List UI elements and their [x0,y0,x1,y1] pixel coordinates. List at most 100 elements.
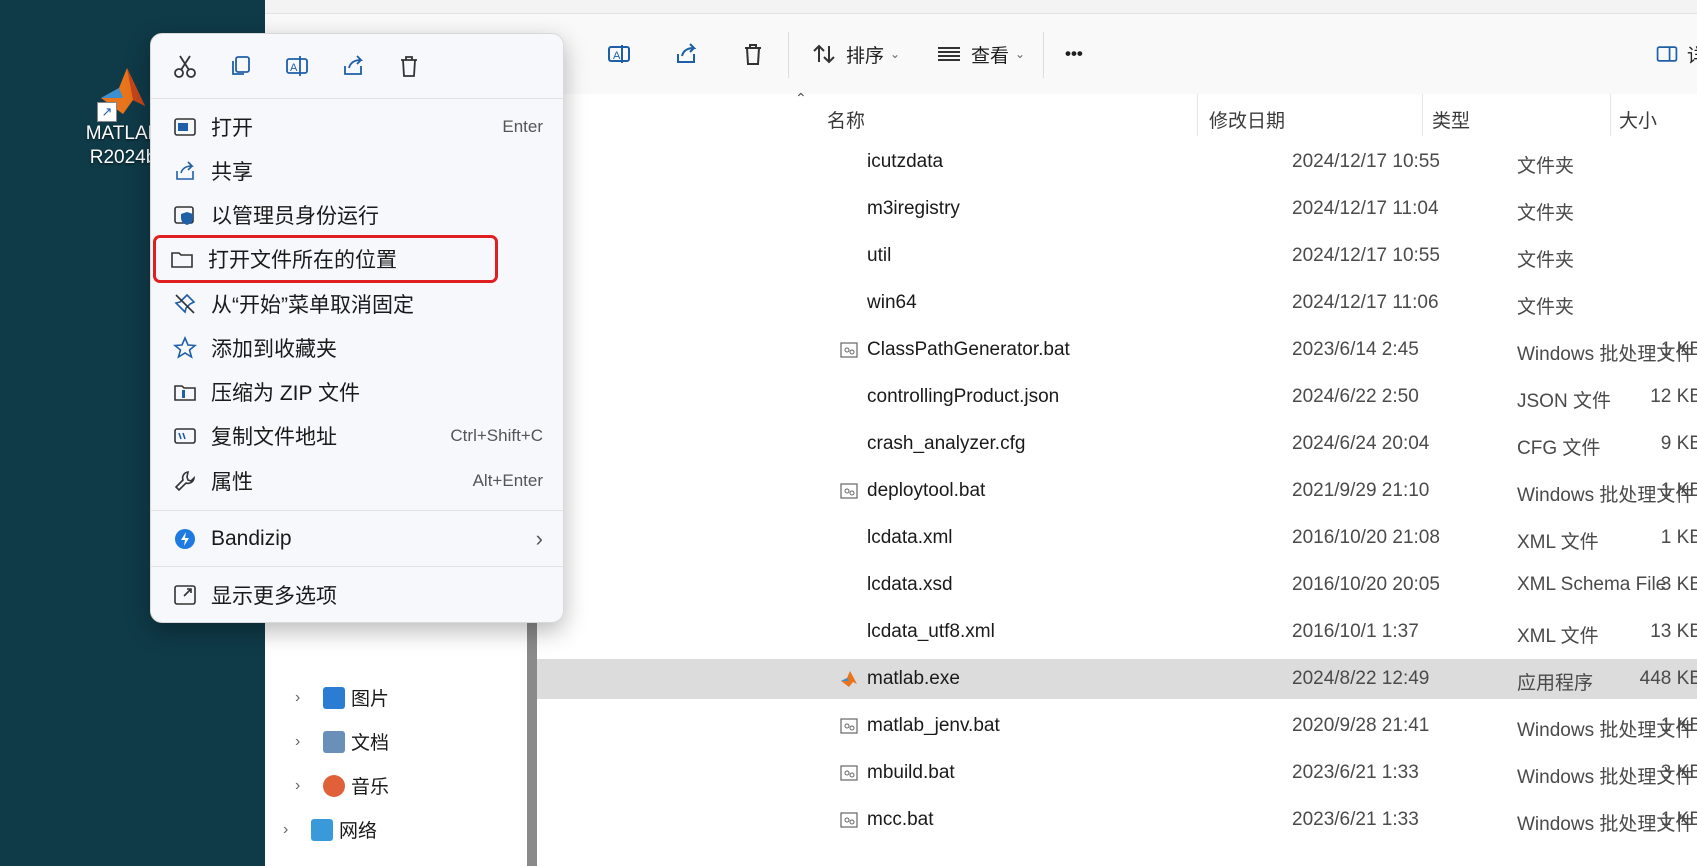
view-button[interactable]: 查看 ⌄ [935,36,1025,72]
nav-item-documents[interactable]: › 文档 [295,728,389,755]
table-row[interactable]: lcdata_utf8.xml 2016/10/1 1:37 XML 文件 13 KB [537,612,1697,652]
table-row[interactable]: matlab.exe 2024/8/22 12:49 应用程序 448 KB [537,659,1697,699]
table-row[interactable]: icutzdata 2024/12/17 10:55 文件夹 [537,142,1697,182]
file-date: 2024/12/17 11:04 [1292,198,1439,219]
svg-text:A: A [613,50,621,62]
file-date: 2016/10/20 21:08 [1292,527,1440,548]
column-divider[interactable] [1610,94,1611,136]
table-row[interactable]: win64 2024/12/17 11:06 文件夹 [537,283,1697,323]
menu-item-open-file-location[interactable]: 打开文件所在的位置 [153,235,498,283]
file-size: 1 KB [1660,809,1697,830]
file-name: util [867,245,892,266]
table-row[interactable]: mcc.bat 2023/6/21 1:33 Windows 批处理文件 1 KB [537,800,1697,840]
file-size: 1 KB [1660,480,1697,501]
table-row[interactable]: m3iregistry 2024/12/17 11:04 文件夹 [537,189,1697,229]
delete-button[interactable] [739,36,767,72]
rename-icon[interactable]: A [283,52,311,80]
table-row[interactable]: deploytool.bat 2021/9/29 21:10 Windows 批处理… [537,471,1697,511]
menu-item-open[interactable]: 打开 Enter [159,106,555,148]
matlab-logo-icon [841,671,857,687]
file-date: 2016/10/20 20:05 [1292,574,1440,595]
file-type: 文件夹 [1517,156,1575,177]
table-row[interactable]: mbuild.bat 2023/6/21 1:33 Windows 批处理文件 3 K… [537,753,1697,793]
cut-icon[interactable] [171,52,199,80]
table-row[interactable]: ClassPathGenerator.bat 2023/6/14 2:45 Wind… [537,330,1697,370]
nav-label: 网络 [339,821,378,842]
network-icon [311,818,333,841]
file-size: 1 KB [1660,527,1697,548]
zip-icon [174,385,196,401]
file-name: lcdata_utf8.xml [867,621,995,642]
sort-button[interactable]: 排序 ⌄ [810,36,900,72]
share-icon[interactable] [339,52,367,80]
expand-chevron-icon[interactable]: › [283,821,303,839]
menu-item-label: 属性 [211,471,253,494]
more-button[interactable]: ••• [1065,36,1083,72]
more-options-icon [174,585,196,605]
music-icon [323,774,345,797]
batch-file-icon [840,483,858,499]
menu-item-unpin-start[interactable]: 从“开始”菜单取消固定 [159,283,555,325]
table-row[interactable]: lcdata.xml 2016/10/20 21:08 XML 文件 1 KB [537,518,1697,558]
column-size[interactable]: 大小 [1619,106,1657,133]
table-row[interactable]: crash_analyzer.cfg 2024/6/24 20:04 CFG 文件 9… [537,424,1697,464]
menu-item-copy-path[interactable]: 复制文件地址 Ctrl+Shift+C [159,415,555,457]
trash-icon[interactable] [395,52,423,80]
expand-chevron-icon[interactable]: › [295,689,315,707]
details-label: 详 [1687,45,1697,67]
menu-item-bandizip[interactable]: Bandizip › [159,518,555,560]
nav-item-pictures[interactable]: › 图片 [295,684,389,711]
nav-item-network[interactable]: › 网络 [283,816,377,843]
sort-icon [813,44,835,64]
table-row[interactable]: controllingProduct.json 2024/6/22 2:50 JSO… [537,377,1697,417]
nav-label: 文档 [351,733,390,754]
menu-item-label: 压缩为 ZIP 文件 [211,382,360,405]
menu-item-add-favorites[interactable]: 添加到收藏夹 [159,327,555,369]
context-menu: A 打开 Enter 共享 以管理员身份运行 打开文件所在的位置 从“开始”菜单… [150,33,564,623]
file-size: 1 KB [1660,715,1697,736]
menu-item-show-more-options[interactable]: 显示更多选项 [159,574,555,616]
file-date: 2021/9/29 21:10 [1292,480,1430,501]
details-pane-button[interactable]: 详 [1655,36,1697,72]
file-date: 2024/12/17 10:55 [1292,245,1440,266]
file-type: 文件夹 [1517,203,1575,224]
batch-file-icon [840,342,858,358]
shortcut-arrow-icon: ↗ [97,102,117,122]
batch-file-icon [840,812,858,828]
table-row[interactable]: util 2024/12/17 10:55 文件夹 [537,236,1697,276]
menu-item-label: 复制文件地址 [211,426,337,449]
matlab-logo-icon: ↗ [93,62,153,122]
menu-item-accelerator: Alt+Enter [472,471,543,490]
sort-caret-icon: ⌃ [795,90,807,106]
menu-item-share[interactable]: 共享 [159,150,555,192]
file-name: mbuild.bat [867,762,955,783]
column-name[interactable]: 名称 [827,106,865,133]
file-size: 13 KB [1650,621,1697,642]
sort-chevron-icon: ⌄ [890,47,901,61]
table-row[interactable]: lcdata.xsd 2016/10/20 20:05 XML Schema Fil… [537,565,1697,605]
expand-chevron-icon[interactable]: › [295,733,315,751]
menu-item-label: 打开文件所在的位置 [208,249,397,272]
sort-label: 排序 [846,45,885,67]
folder-icon [171,252,193,268]
menu-item-run-as-admin[interactable]: 以管理员身份运行 [159,194,555,236]
copy-icon[interactable] [227,52,255,80]
menu-item-properties[interactable]: 属性 Alt+Enter [159,460,555,502]
nav-item-music[interactable]: › 音乐 [295,772,389,799]
file-size: 9 KB [1660,433,1697,454]
file-date: 2023/6/21 1:33 [1292,809,1419,830]
rename-button[interactable]: A [605,36,633,72]
column-type[interactable]: 类型 [1432,106,1470,133]
copy-path-icon [174,428,196,444]
column-date[interactable]: 修改日期 [1209,106,1285,133]
view-label: 查看 [971,45,1010,67]
expand-chevron-icon[interactable]: › [295,777,315,795]
menu-item-label: 打开 [211,117,253,140]
column-divider[interactable] [1422,94,1423,136]
menu-item-compress-zip[interactable]: 压缩为 ZIP 文件 [159,371,555,413]
column-header-row: ⌃ 名称 修改日期 类型 大小 [537,90,1697,142]
details-pane-icon [1656,46,1678,62]
share-button[interactable] [672,36,700,72]
table-row[interactable]: matlab_jenv.bat 2020/9/28 21:41 Windows 批处… [537,706,1697,746]
column-divider[interactable] [1197,94,1198,136]
